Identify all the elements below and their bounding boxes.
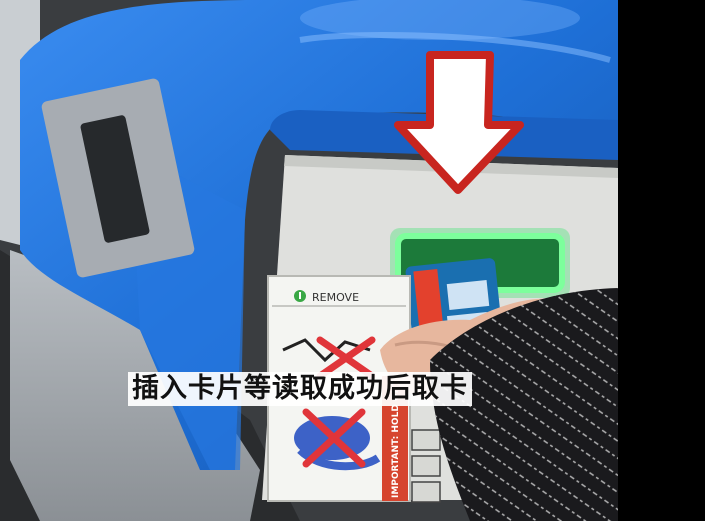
subtitle-caption: 插入卡片等读取成功后取卡 xyxy=(128,372,472,406)
sticker-remove-label: REMOVE xyxy=(312,291,359,304)
pictogram-column xyxy=(411,429,441,503)
subway-gate-photo: REMOVE IMPORTANT: HOLD ONTO xyxy=(0,0,705,521)
